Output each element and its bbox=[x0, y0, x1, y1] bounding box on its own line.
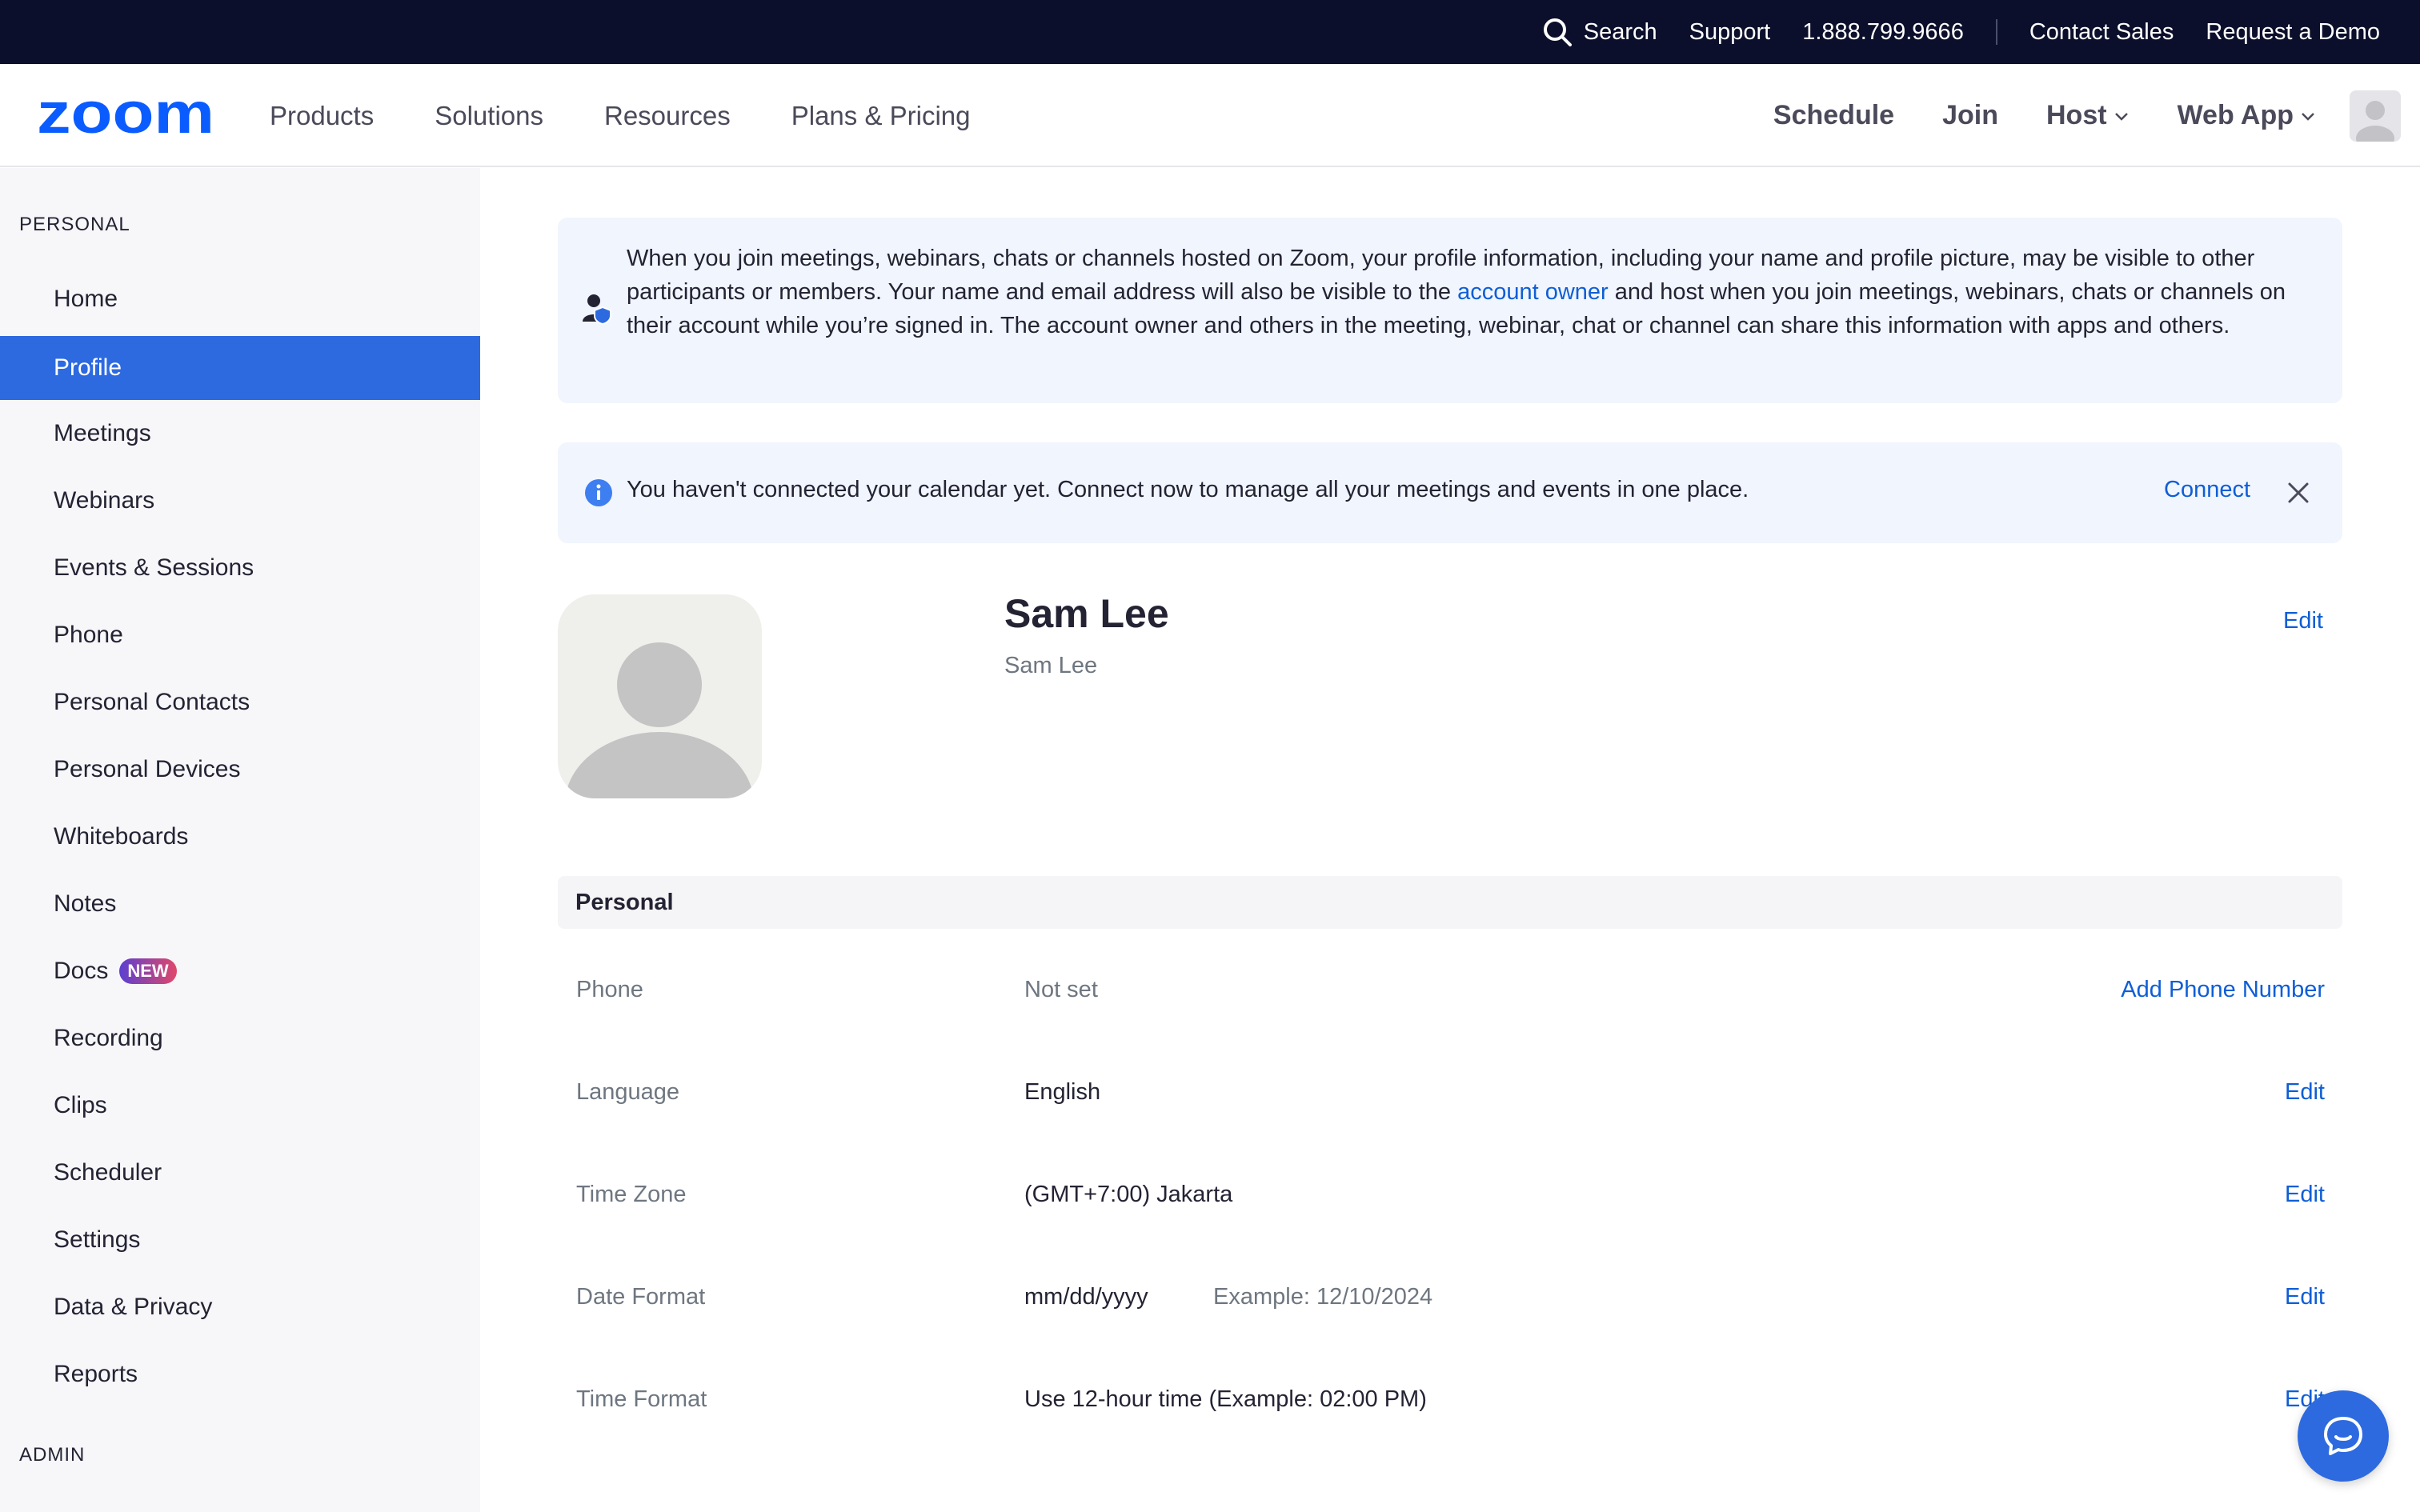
row-label: Language bbox=[576, 1079, 680, 1105]
new-badge: NEW bbox=[119, 958, 177, 984]
sidebar-item-phone[interactable]: Phone bbox=[0, 603, 480, 667]
secondary-nav-links: Schedule Join Host Web App bbox=[1773, 64, 2420, 167]
nav-host[interactable]: Host bbox=[2046, 100, 2130, 131]
primary-nav-links: Products Solutions Resources Plans & Pri… bbox=[270, 64, 1032, 167]
support-chat-button[interactable] bbox=[2298, 1390, 2389, 1482]
main-navigation: zoom Products Solutions Resources Plans … bbox=[0, 64, 2420, 167]
sidebar-item-home[interactable]: Home bbox=[0, 267, 480, 331]
sidebar-item-whiteboards[interactable]: Whiteboards bbox=[0, 805, 480, 869]
row-value: English bbox=[1024, 1079, 1101, 1105]
edit-date-format-button[interactable]: Edit bbox=[2285, 1284, 2325, 1310]
nav-web-app-label: Web App bbox=[2177, 100, 2294, 130]
calendar-banner-text: You haven't connected your calendar yet.… bbox=[627, 477, 1749, 502]
sidebar-item-meetings[interactable]: Meetings bbox=[0, 402, 480, 466]
search-label: Search bbox=[1583, 18, 1657, 45]
connect-calendar-button[interactable]: Connect bbox=[2164, 477, 2250, 503]
row-label: Phone bbox=[576, 977, 643, 1002]
row-value: Use 12-hour time (Example: 02:00 PM) bbox=[1024, 1386, 1427, 1412]
nav-products[interactable]: Products bbox=[270, 101, 374, 131]
chevron-down-icon bbox=[2114, 112, 2128, 121]
sales-phone-link[interactable]: 1.888.799.9666 bbox=[1802, 19, 1964, 46]
profile-picture[interactable] bbox=[558, 594, 762, 798]
row-label: Time Zone bbox=[576, 1182, 687, 1207]
calendar-connect-banner: You haven't connected your calendar yet.… bbox=[558, 442, 2342, 543]
sidebar-item-docs[interactable]: Docs NEW bbox=[0, 939, 480, 1003]
edit-time-zone-button[interactable]: Edit bbox=[2285, 1182, 2325, 1208]
sidebar-item-docs-label: Docs bbox=[54, 958, 109, 984]
settings-row-time-format: Time Format Use 12-hour time (Example: 0… bbox=[558, 1369, 2342, 1433]
zoom-logo[interactable]: zoom bbox=[37, 88, 214, 141]
row-value: (GMT+7:00) Jakarta bbox=[1024, 1182, 1233, 1207]
request-demo-link[interactable]: Request a Demo bbox=[2206, 19, 2380, 46]
row-value: mm/dd/yyyy bbox=[1024, 1284, 1148, 1310]
user-shield-icon bbox=[583, 294, 611, 326]
edit-profile-button[interactable]: Edit bbox=[2283, 608, 2323, 634]
add-phone-number-button[interactable]: Add Phone Number bbox=[2121, 977, 2325, 1003]
sidebar-heading-admin: ADMIN bbox=[19, 1444, 86, 1466]
profile-display-name: Sam Lee bbox=[1004, 653, 1098, 678]
settings-row-phone: Phone Not set Add Phone Number bbox=[558, 959, 2342, 1023]
nav-schedule[interactable]: Schedule bbox=[1773, 100, 1894, 131]
nav-web-app[interactable]: Web App bbox=[2178, 100, 2316, 131]
chevron-down-icon bbox=[2302, 112, 2314, 121]
nav-plans-pricing[interactable]: Plans & Pricing bbox=[791, 101, 971, 131]
default-avatar-icon bbox=[565, 642, 754, 798]
sidebar-item-personal-contacts[interactable]: Personal Contacts bbox=[0, 670, 480, 734]
sidebar-item-events-sessions[interactable]: Events & Sessions bbox=[0, 536, 480, 600]
row-value: Not set bbox=[1024, 977, 1098, 1002]
settings-row-time-zone: Time Zone (GMT+7:00) Jakarta Edit bbox=[558, 1164, 2342, 1228]
top-utility-bar: Search Support 1.888.799.9666 Contact Sa… bbox=[0, 0, 2420, 64]
nav-join[interactable]: Join bbox=[1942, 100, 1998, 131]
account-owner-link[interactable]: account owner bbox=[1457, 279, 1609, 305]
user-avatar-icon bbox=[2356, 100, 2394, 142]
row-label: Date Format bbox=[576, 1284, 706, 1310]
contact-sales-link[interactable]: Contact Sales bbox=[2029, 19, 2174, 46]
sidebar-heading-personal: PERSONAL bbox=[19, 214, 130, 235]
settings-row-date-format: Date Format mm/dd/yyyy Example: 12/10/20… bbox=[558, 1266, 2342, 1330]
sidebar-item-recording[interactable]: Recording bbox=[0, 1006, 480, 1070]
edit-language-button[interactable]: Edit bbox=[2285, 1079, 2325, 1106]
date-format-example: Example: 12/10/2024 bbox=[1213, 1284, 1433, 1310]
sidebar-item-settings[interactable]: Settings bbox=[0, 1208, 480, 1272]
sidebar-item-notes[interactable]: Notes bbox=[0, 872, 480, 936]
sidebar-item-webinars[interactable]: Webinars bbox=[0, 469, 480, 533]
row-label: Time Format bbox=[576, 1386, 707, 1412]
personal-section-heading: Personal bbox=[558, 876, 2342, 929]
privacy-notice-text: When you join meetings, webinars, chats … bbox=[627, 242, 2315, 342]
search-icon bbox=[1543, 18, 1572, 46]
chat-bubble-icon bbox=[2324, 1417, 2362, 1455]
sidebar-item-scheduler[interactable]: Scheduler bbox=[0, 1141, 480, 1205]
sidebar-item-clips[interactable]: Clips bbox=[0, 1074, 480, 1138]
user-avatar[interactable] bbox=[2350, 90, 2401, 142]
sidebar-item-profile[interactable]: Profile bbox=[0, 336, 480, 400]
privacy-notice: When you join meetings, webinars, chats … bbox=[558, 218, 2342, 403]
support-link[interactable]: Support bbox=[1689, 19, 1771, 46]
close-icon[interactable] bbox=[2286, 481, 2310, 505]
sidebar-item-reports[interactable]: Reports bbox=[0, 1342, 480, 1406]
sidebar: PERSONAL Home Profile Meetings Webinars … bbox=[0, 168, 480, 1512]
sidebar-item-personal-devices[interactable]: Personal Devices bbox=[0, 738, 480, 802]
sidebar-item-data-privacy[interactable]: Data & Privacy bbox=[0, 1275, 480, 1339]
nav-resources[interactable]: Resources bbox=[604, 101, 731, 131]
settings-row-language: Language English Edit bbox=[558, 1062, 2342, 1126]
zoom-logo-text: zoom bbox=[37, 88, 214, 141]
nav-solutions[interactable]: Solutions bbox=[435, 101, 543, 131]
topbar-divider bbox=[1995, 19, 1997, 45]
nav-host-label: Host bbox=[2046, 100, 2107, 130]
profile-name: Sam Lee bbox=[1004, 591, 1169, 636]
info-icon bbox=[585, 479, 612, 506]
search-button[interactable]: Search bbox=[1541, 15, 1657, 49]
